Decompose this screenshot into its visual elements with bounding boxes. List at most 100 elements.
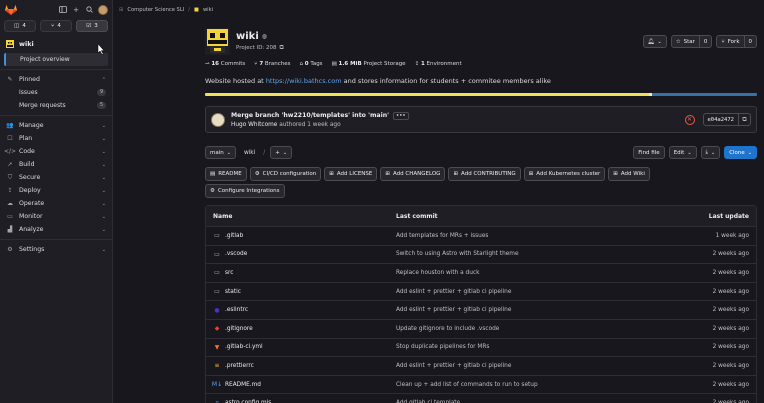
commit-ellipsis-button[interactable]: •••	[393, 111, 409, 120]
search-icon[interactable]	[85, 6, 93, 14]
branches-stat[interactable]: ⑂ 7 Branches	[254, 61, 290, 67]
file-name[interactable]: .eslintrc	[225, 307, 248, 313]
star-button[interactable]: ☆ Star	[670, 35, 700, 48]
table-row[interactable]: ▭ .gitlab Add templates for MRs + issues 1 …	[206, 227, 756, 246]
file-name-cell[interactable]: ▭ src	[213, 269, 396, 276]
table-row[interactable]: ▭ src Replace houston with a duck 2 weeks a…	[206, 264, 756, 283]
sidebar-item-operate[interactable]: ☁ Operate ⌄	[0, 197, 112, 210]
file-last-commit[interactable]: Switch to using Astro with Starlight the…	[396, 251, 669, 257]
table-row[interactable]: ▼ .gitlab-ci.yml Stop duplicate pipelines …	[206, 339, 756, 358]
sidebar-item-monitor[interactable]: ▭ Monitor ⌄	[0, 210, 112, 223]
sidebar-item-merge-requests[interactable]: Merge requests 5	[0, 99, 112, 112]
fork-button[interactable]: ⑂ Fork	[716, 35, 745, 48]
quick-link-add-license[interactable]: ⊞ Add LICENSE	[324, 167, 378, 181]
file-name[interactable]: .gitlab	[225, 233, 243, 239]
quick-link-add-kubernetes[interactable]: ⊞ Add Kubernetes cluster	[523, 167, 606, 181]
sidebar-item-issues[interactable]: Issues 9	[0, 86, 112, 99]
file-name[interactable]: .prettierrc	[225, 363, 254, 369]
file-last-commit[interactable]: Clean up + add list of commands to run t…	[396, 382, 669, 388]
quick-link-add-changelog[interactable]: ⊞ Add CHANGELOG	[380, 167, 446, 181]
edit-button[interactable]: Edit ⌄	[668, 146, 697, 159]
file-name-cell[interactable]: M↓ README.md	[212, 381, 396, 388]
file-name-cell[interactable]: ▭ .gitlab	[213, 232, 396, 239]
sidebar-item-project-overview[interactable]: Project overview	[4, 53, 108, 66]
file-name[interactable]: src	[225, 270, 233, 276]
sidebar-toggle-icon[interactable]	[59, 6, 67, 14]
environments-stat[interactable]: ⇪ 1 Environment	[415, 61, 462, 67]
sidebar-item-deploy[interactable]: ⇪ Deploy ⌄	[0, 184, 112, 197]
commit-author[interactable]: Hugo Whitcome	[231, 122, 277, 128]
add-to-tree-button[interactable]: + ⌄	[270, 146, 293, 159]
table-row[interactable]: ◆ .gitignore Update gitignore to include .…	[206, 320, 756, 339]
sidebar-project-header[interactable]: wiki	[0, 37, 112, 51]
commit-author-avatar[interactable]	[211, 112, 225, 127]
sidebar-item-label: Issues	[19, 89, 38, 96]
file-last-commit[interactable]: Add eslint + prettier + gitlab ci pipeli…	[396, 307, 669, 313]
quick-link-cicd[interactable]: ⚙ CI/CD configuration	[249, 167, 322, 181]
file-last-commit[interactable]: Update gitignore to include .vscode	[396, 326, 669, 332]
tags-stat[interactable]: ⌂ 0 Tags	[300, 61, 323, 67]
file-name-cell[interactable]: ▭ .vscode	[213, 251, 396, 258]
sidebar-item-settings[interactable]: ⚙ Settings ⌄	[0, 243, 112, 256]
file-last-commit[interactable]: Replace houston with a duck	[396, 270, 669, 276]
sidebar-item-analyze[interactable]: ▟ Analyze ⌄	[0, 223, 112, 236]
merge-requests-count-button[interactable]: ⑂ 4	[40, 20, 72, 32]
commit-sha[interactable]: e04a2472	[702, 113, 739, 126]
copy-icon[interactable]: ⧉	[739, 113, 751, 126]
table-row[interactable]: ▭ .vscode Switch to using Astro with Starl…	[206, 246, 756, 265]
fork-count[interactable]: 0	[744, 35, 757, 48]
quick-link-readme[interactable]: ▤ README	[205, 167, 247, 181]
git-icon: ◆	[214, 325, 220, 333]
branch-selector[interactable]: main ⌄	[205, 146, 236, 159]
breadcrumb-project[interactable]: wiki	[203, 7, 213, 13]
table-row[interactable]: ▯astro.config.mjsAdd gitlab ci template2…	[206, 394, 756, 403]
file-name-cell[interactable]: ▯astro.config.mjs	[213, 400, 396, 403]
table-row[interactable]: ● .eslintrc Add eslint + prettier + gitlab…	[206, 301, 756, 320]
pipeline-failed-icon[interactable]: ✕	[684, 114, 695, 125]
todos-count-button[interactable]: ☑ 3	[76, 20, 108, 32]
file-name-cell[interactable]: ◆ .gitignore	[213, 325, 396, 332]
sidebar-item-code[interactable]: </> Code ⌄	[0, 145, 112, 158]
file-name[interactable]: README.md	[225, 382, 261, 388]
file-name[interactable]: .vscode	[225, 251, 247, 257]
sidebar-item-manage[interactable]: 👥 Manage ⌄	[0, 119, 112, 132]
file-last-commit[interactable]: Add templates for MRs + issues	[396, 233, 669, 239]
clone-button[interactable]: Clone ⌄	[724, 146, 757, 159]
notifications-button[interactable]: 🔔︎ ⌄	[642, 35, 667, 48]
commit-title-link[interactable]: Merge branch 'hw2210/templates' into 'ma…	[231, 112, 389, 119]
copy-icon[interactable]: ⧉	[280, 44, 284, 52]
commits-stat[interactable]: ⊸ 16 Commits	[205, 61, 245, 67]
storage-stat[interactable]: ▤ 1.6 MiB Project Storage	[332, 61, 406, 67]
sidebar-item-build[interactable]: ➚ Build ⌄	[0, 158, 112, 171]
table-row[interactable]: M↓ README.md Clean up + add list of comman…	[206, 376, 756, 395]
sidebar-item-pinned[interactable]: ✎ Pinned ⌃	[0, 73, 112, 86]
star-icon: ☆	[675, 38, 681, 45]
repo-path[interactable]: wiki	[244, 150, 255, 156]
file-name-cell[interactable]: ▼ .gitlab-ci.yml	[213, 344, 396, 351]
sidebar-item-plan[interactable]: ☐ Plan ⌄	[0, 132, 112, 145]
quick-link-add-contributing[interactable]: ⊞ Add CONTRIBUTING	[448, 167, 521, 181]
quick-link-add-wiki[interactable]: ⊞ Add Wiki	[608, 167, 650, 181]
file-last-commit[interactable]: Add eslint + prettier + gitlab ci pipeli…	[396, 363, 669, 369]
user-avatar[interactable]	[98, 4, 108, 15]
table-row[interactable]: ≡ .prettierrc Add eslint + prettier + gitl…	[206, 357, 756, 376]
file-last-commit[interactable]: Stop duplicate pipelines for MRs	[396, 344, 669, 350]
file-name-cell[interactable]: ≡ .prettierrc	[213, 362, 396, 369]
file-name-cell[interactable]: ● .eslintrc	[213, 307, 396, 314]
file-name[interactable]: .gitlab-ci.yml	[225, 344, 263, 350]
sidebar-item-secure[interactable]: ⛉ Secure ⌄	[0, 171, 112, 184]
file-name[interactable]: .gitignore	[225, 326, 253, 332]
quick-link-configure-integrations[interactable]: ⚙ Configure Integrations	[205, 184, 285, 198]
file-last-commit[interactable]: Add eslint + prettier + gitlab ci pipeli…	[396, 289, 669, 295]
breadcrumb-group[interactable]: Computer Science SLI	[127, 7, 184, 13]
description-link[interactable]: https://wiki.bathcs.com	[266, 77, 342, 85]
download-button[interactable]: ⤓ ⌄	[700, 146, 721, 159]
create-new-icon[interactable]: +	[72, 6, 80, 14]
table-row[interactable]: ▭ static Add eslint + prettier + gitlab ci…	[206, 283, 756, 302]
file-name-cell[interactable]: ▭ static	[213, 288, 396, 295]
find-file-button[interactable]: Find file	[633, 146, 665, 159]
issues-count-button[interactable]: ◫ 4	[4, 20, 36, 32]
file-name[interactable]: static	[225, 289, 241, 295]
star-count[interactable]: 0	[699, 35, 713, 48]
gitlab-logo-icon[interactable]	[4, 3, 17, 16]
